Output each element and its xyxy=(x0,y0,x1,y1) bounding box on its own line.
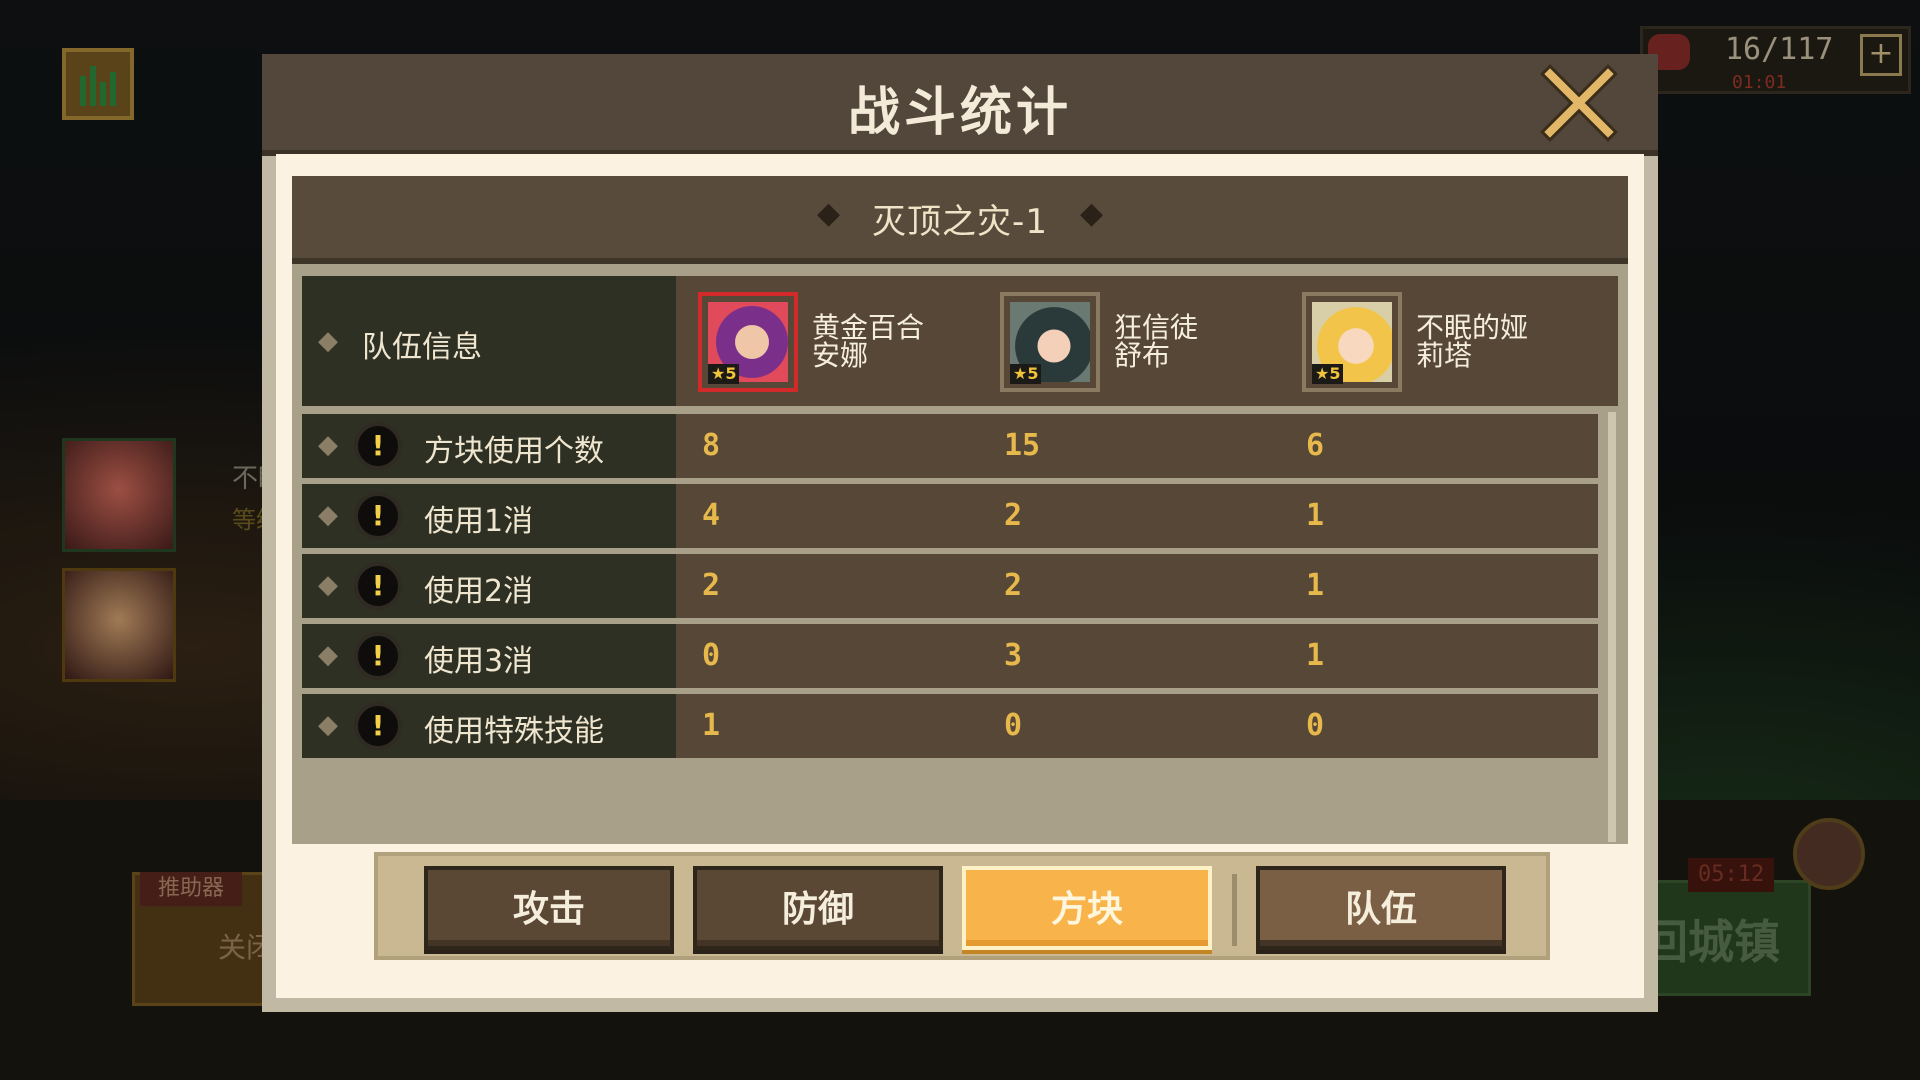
chevron-right-icon: ◆ xyxy=(318,570,338,600)
warning-icon[interactable]: ! xyxy=(354,492,402,540)
stat-value: 1 xyxy=(702,708,721,743)
stat-value: 2 xyxy=(1004,498,1023,533)
warning-icon[interactable]: ! xyxy=(354,422,402,470)
tab-team[interactable]: 队伍 xyxy=(1256,866,1506,950)
stat-value: 0 xyxy=(1306,708,1325,743)
stat-value: 2 xyxy=(1004,568,1023,603)
tab-blocks[interactable]: 方块 xyxy=(962,866,1212,950)
chevron-right-icon: ◆ xyxy=(318,640,338,670)
hero-name: 黄金百合 安娜 xyxy=(812,311,925,372)
stat-label: 使用3消 xyxy=(424,644,534,679)
chevron-right-icon: ◆ xyxy=(318,710,338,740)
stat-value: 8 xyxy=(702,428,721,463)
stat-value: 0 xyxy=(702,638,721,673)
stage-title: 灭顶之灾-1 xyxy=(872,202,1048,242)
chevron-right-icon: ◆ xyxy=(318,430,338,460)
hero-star-badge: ★5 xyxy=(1010,364,1042,384)
modal-title: 战斗统计 xyxy=(847,83,1072,143)
stat-value: 0 xyxy=(1004,708,1023,743)
hero-portrait-anna[interactable]: ★5 xyxy=(698,292,798,392)
hero-portrait-lita[interactable]: ★5 xyxy=(1302,292,1402,392)
tab-defense[interactable]: 防御 xyxy=(693,866,943,950)
stat-label: 方块使用个数 xyxy=(424,434,604,469)
stat-value: 2 xyxy=(702,568,721,603)
tab-attack[interactable]: 攻击 xyxy=(424,866,674,950)
stat-value: 4 xyxy=(702,498,721,533)
stat-values xyxy=(676,554,1598,618)
warning-icon[interactable]: ! xyxy=(354,632,402,680)
stat-value: 15 xyxy=(1004,428,1041,463)
stat-value: 1 xyxy=(1306,638,1325,673)
stat-values xyxy=(676,624,1598,688)
stat-label: 使用2消 xyxy=(424,574,534,609)
warning-icon[interactable]: ! xyxy=(354,702,402,750)
stat-value: 3 xyxy=(1004,638,1023,673)
stat-values xyxy=(676,414,1598,478)
modal-header: 战斗统计 xyxy=(262,54,1658,156)
team-info-label: 队伍信息 xyxy=(362,330,482,365)
warning-icon[interactable]: ! xyxy=(354,562,402,610)
hero-star-badge: ★5 xyxy=(708,364,740,384)
chevron-right-icon: ◆ xyxy=(318,500,338,530)
close-icon[interactable] xyxy=(1540,64,1618,142)
stat-label: 使用1消 xyxy=(424,504,534,539)
stat-value: 1 xyxy=(1306,568,1325,603)
hero-portrait-shubu[interactable]: ★5 xyxy=(1000,292,1100,392)
stat-values xyxy=(676,484,1598,548)
hero-name: 狂信徒 舒布 xyxy=(1114,311,1199,372)
scrollbar[interactable] xyxy=(1608,412,1616,842)
stat-value: 1 xyxy=(1306,498,1325,533)
stat-value: 6 xyxy=(1306,428,1325,463)
chevron-right-icon: ◆ xyxy=(318,326,338,356)
tab-divider xyxy=(1232,874,1237,946)
stat-values xyxy=(676,694,1598,758)
hero-name: 不眠的娅 莉塔 xyxy=(1416,311,1529,372)
hero-star-badge: ★5 xyxy=(1312,364,1344,384)
stat-label: 使用特殊技能 xyxy=(424,714,604,749)
